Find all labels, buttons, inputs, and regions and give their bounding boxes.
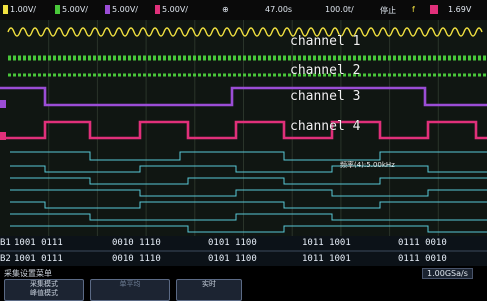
- bus-word: 0111 0010: [398, 254, 447, 264]
- status-bar: 1.00V/ 5.00V/ 5.00V/ 5.00V/ ⊕ 47.00s 100…: [0, 0, 487, 20]
- average-softkey[interactable]: 单平均: [90, 279, 170, 301]
- bus-label: B1: [0, 238, 11, 248]
- time-scale[interactable]: 100.0t/: [325, 5, 354, 14]
- bus-word: 1001 0111: [14, 238, 63, 248]
- menu-title: 采集设置菜单: [4, 269, 52, 278]
- ch2-badge: [55, 5, 60, 14]
- bus-word: 0010 1110: [112, 238, 161, 248]
- bus-word: 0111 0010: [398, 238, 447, 248]
- ch4-scale[interactable]: 5.00V/: [155, 5, 188, 14]
- realtime-softkey[interactable]: 实时: [176, 279, 242, 301]
- channel-3-label: channel 3: [290, 89, 361, 104]
- bus-label: B2: [0, 254, 11, 264]
- bus-word: 1011 1001: [302, 254, 351, 264]
- channel-2-label: channel 2: [290, 63, 361, 78]
- bus-word: 1001 0111: [14, 254, 63, 264]
- bus-word: 0010 1110: [112, 254, 161, 264]
- run-state[interactable]: 停止: [380, 5, 396, 16]
- sample-rate-readout: 1.00GSa/s: [422, 268, 473, 279]
- frequency-readout: 频率(4):5.00kHz: [340, 161, 395, 169]
- softkey-label: 单平均: [119, 280, 141, 288]
- ch4-badge: [155, 5, 160, 14]
- bus-word: 1011 1001: [302, 238, 351, 248]
- channel-1-label: channel 1: [290, 34, 361, 49]
- channel-4-label: channel 4: [290, 119, 361, 134]
- softkey-label: 实时: [202, 280, 216, 288]
- trigger-icon: ⊕: [222, 5, 229, 14]
- trigger-source-icon: [430, 5, 440, 14]
- bus-word: 0101 1100: [208, 254, 257, 264]
- acquire-mode-softkey[interactable]: 采集模式 峰值模式: [4, 279, 84, 301]
- ch3-badge: [105, 5, 110, 14]
- bus-word: 0101 1100: [208, 238, 257, 248]
- softkey-value: 峰值模式: [30, 289, 58, 297]
- waveform-display[interactable]: [0, 20, 487, 266]
- ch4-ground-marker[interactable]: [0, 132, 6, 140]
- trigger-slope[interactable]: f: [412, 5, 415, 14]
- time-offset[interactable]: 47.00s: [265, 5, 292, 14]
- ch1-badge: [3, 5, 8, 14]
- softkey-label: 采集模式: [30, 280, 58, 288]
- ch1-scale[interactable]: 1.00V/: [3, 5, 36, 14]
- trigger-level[interactable]: 1.69V: [448, 5, 471, 14]
- ch2-scale[interactable]: 5.00V/: [55, 5, 88, 14]
- ch3-ground-marker[interactable]: [0, 100, 6, 108]
- ch3-scale[interactable]: 5.00V/: [105, 5, 138, 14]
